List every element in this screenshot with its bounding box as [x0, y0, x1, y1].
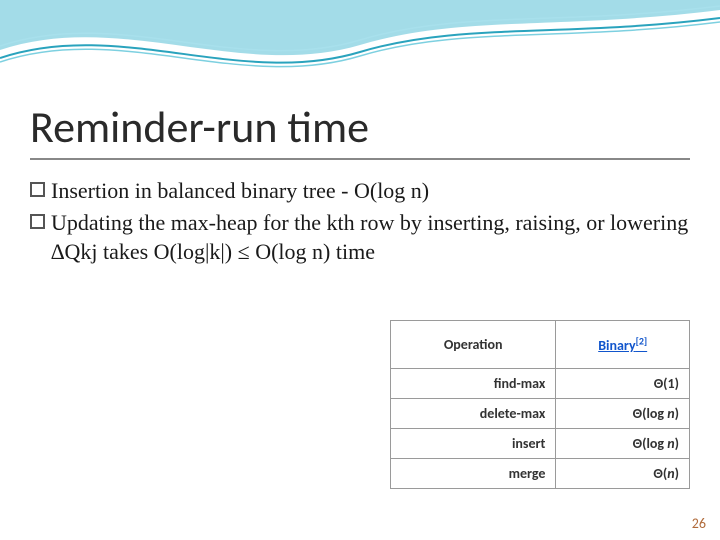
cell-val: Θ(n): [556, 459, 690, 489]
cell-val: Θ(1): [556, 369, 690, 399]
bullet-box-icon: [30, 214, 45, 229]
binary-link[interactable]: Binary[2]: [598, 337, 647, 354]
bullet-item: Updating the max-heap for the kth row by…: [30, 208, 690, 267]
table-header-row: Operation Binary[2]: [391, 321, 690, 369]
bullet-text: Updating the max-heap for the kth row by…: [51, 208, 690, 267]
bullet-list: Insertion in balanced binary tree - O(lo…: [30, 176, 690, 267]
bullet-box-icon: [30, 182, 45, 197]
col-operation: Operation: [391, 321, 556, 369]
bullet-text: Insertion in balanced binary tree - O(lo…: [51, 176, 690, 206]
cell-op: delete-max: [391, 399, 556, 429]
cell-op: insert: [391, 429, 556, 459]
title-underline: [30, 158, 690, 160]
cell-val: Θ(log n): [556, 429, 690, 459]
table-row: find-max Θ(1): [391, 369, 690, 399]
cell-op: merge: [391, 459, 556, 489]
page-number: 26: [692, 515, 706, 532]
cell-op: find-max: [391, 369, 556, 399]
complexity-table-wrap: Operation Binary[2] find-max Θ(1) delete…: [390, 320, 690, 489]
cell-val: Θ(log n): [556, 399, 690, 429]
complexity-table: Operation Binary[2] find-max Θ(1) delete…: [390, 320, 690, 489]
table-row: insert Θ(log n): [391, 429, 690, 459]
table-row: delete-max Θ(log n): [391, 399, 690, 429]
decorative-wave: [0, 0, 720, 100]
slide-title: Reminder-run time: [30, 100, 690, 154]
bullet-item: Insertion in balanced binary tree - O(lo…: [30, 176, 690, 206]
col-binary: Binary[2]: [556, 321, 690, 369]
table-row: merge Θ(n): [391, 459, 690, 489]
